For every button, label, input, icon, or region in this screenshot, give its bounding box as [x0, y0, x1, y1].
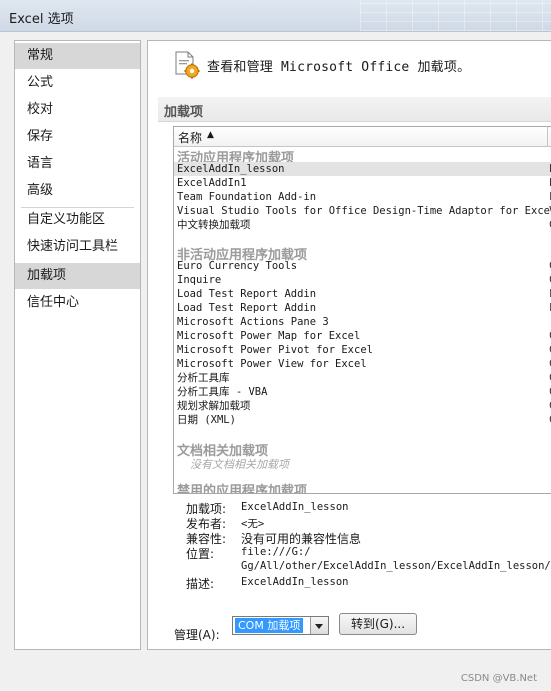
section-title: 加载项 [164, 105, 204, 120]
list-item[interactable]: Load Test Report AddinF [174, 301, 551, 315]
detail-value-location-line2: Gg/All/other/ExcelAddIn_lesson/ExcelAddI… [241, 560, 551, 572]
options-nav: 常规 公式 校对 保存 语言 高级 自定义功能区 快速访问工具栏 加载项 信任中… [14, 40, 141, 650]
nav-item-save[interactable]: 保存 [15, 124, 140, 150]
window-title: Excel 选项 [9, 12, 74, 27]
nav-item-customize-ribbon[interactable]: 自定义功能区 [15, 207, 140, 233]
empty-group-note: 没有文档相关加载项 [190, 458, 289, 471]
list-item[interactable]: 分析工具库 - VBAC [174, 385, 551, 399]
nav-item-advanced[interactable]: 高级 [15, 178, 140, 204]
list-item[interactable]: ExcelAddIn_lessonE [174, 162, 551, 176]
list-item[interactable]: Microsoft Power View for ExcelC [174, 357, 551, 371]
nav-item-quick-access-toolbar[interactable]: 快速访问工具栏 [15, 234, 140, 260]
panel-header-text: 查看和管理 Microsoft Office 加载项。 [207, 60, 471, 75]
list-item[interactable]: InquireC [174, 273, 551, 287]
nav-item-language[interactable]: 语言 [15, 151, 140, 177]
nav-item-proofing[interactable]: 校对 [15, 97, 140, 123]
addins-gear-icon [175, 51, 200, 79]
detail-value-location-line1: file:///G:/ [241, 546, 311, 558]
sort-ascending-icon: ▲ [207, 130, 214, 140]
nav-item-trust-center[interactable]: 信任中心 [15, 290, 140, 316]
detail-value-publisher: <无> [241, 518, 265, 530]
list-item[interactable]: 分析工具库C [174, 371, 551, 385]
list-item[interactable]: Euro Currency ToolsC [174, 259, 551, 273]
column-name-label: 名称 [178, 131, 203, 145]
title-bar-texture [360, 0, 551, 31]
detail-value-addin: ExcelAddIn_lesson [241, 501, 349, 513]
nav-item-general[interactable]: 常规 [15, 43, 140, 69]
list-item[interactable]: Visual Studio Tools for Office Design-Ti… [174, 204, 551, 218]
manage-label: 管理(A): [174, 628, 220, 642]
detail-label-description: 描述: [186, 577, 215, 591]
list-item[interactable]: 日期 (XML)C [174, 413, 551, 427]
column-header-name[interactable]: 名称 ▲ [174, 127, 551, 147]
nav-item-addins[interactable]: 加载项 [15, 263, 140, 289]
go-button[interactable]: 转到(G)... [339, 613, 417, 635]
addins-list[interactable]: 名称 ▲ 活动应用程序加载项 ExcelAddIn_lessonE ExcelA… [173, 126, 551, 494]
list-item[interactable]: Microsoft Actions Pane 3 [174, 315, 551, 329]
addins-panel: 查看和管理 Microsoft Office 加载项。 加载项 名称 ▲ 活动应… [147, 40, 551, 650]
column-divider [547, 127, 548, 146]
list-item[interactable]: ExcelAddIn1E [174, 176, 551, 190]
list-item[interactable]: 规划求解加载项C [174, 399, 551, 413]
detail-value-description: ExcelAddIn_lesson [241, 576, 349, 588]
chevron-down-icon[interactable] [310, 617, 328, 634]
nav-item-formulas[interactable]: 公式 [15, 70, 140, 96]
list-item[interactable]: Load Test Report AddinF [174, 287, 551, 301]
group-title-disabled: 禁用的应用程序加载项 [177, 484, 308, 494]
manage-select[interactable]: COM 加载项 [232, 616, 329, 635]
detail-label-location: 位置: [186, 547, 215, 561]
section-header: 加载项 [158, 97, 551, 122]
dialog-body: 常规 公式 校对 保存 语言 高级 自定义功能区 快速访问工具栏 加载项 信任中… [0, 32, 551, 691]
list-item[interactable]: Microsoft Power Pivot for ExcelC [174, 343, 551, 357]
list-item[interactable]: Team Foundation Add-inF [174, 190, 551, 204]
manage-select-value: COM 加载项 [235, 618, 304, 633]
list-item[interactable]: 中文转换加载项C [174, 218, 551, 232]
detail-value-compatibility: 没有可用的兼容性信息 [241, 532, 362, 546]
list-item[interactable]: Microsoft Power Map for ExcelC [174, 329, 551, 343]
title-bar: Excel 选项 [0, 0, 551, 32]
watermark: CSDN @VB.Net [460, 673, 537, 684]
